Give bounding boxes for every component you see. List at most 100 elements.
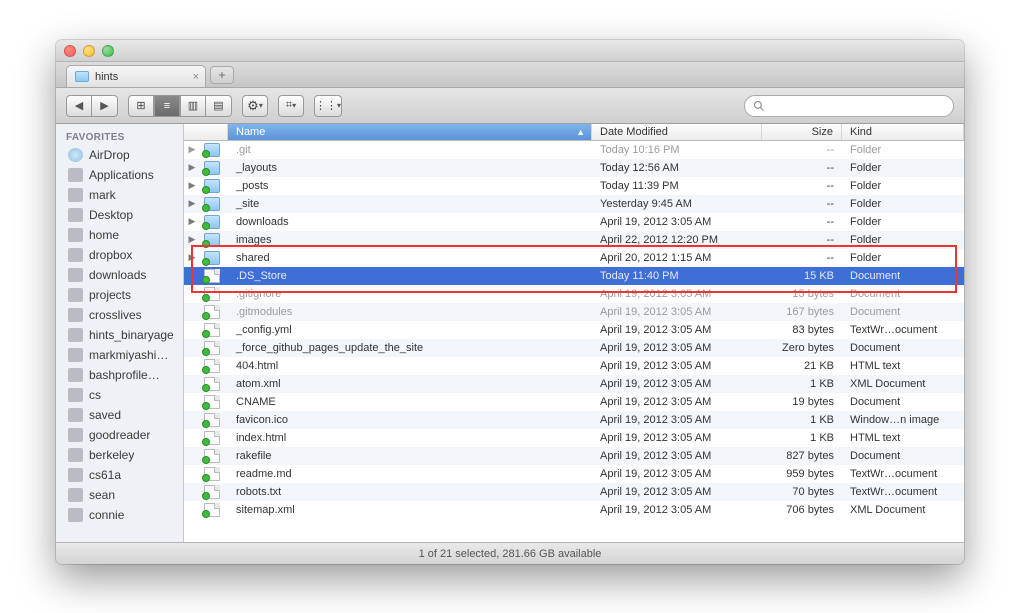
sidebar-item-home[interactable]: home	[56, 225, 183, 245]
file-row[interactable]: .DS_StoreToday 11:40 PM15 KBDocument	[184, 267, 964, 285]
sidebar-item-berkeley[interactable]: berkeley	[56, 445, 183, 465]
sidebar-item-goodreader[interactable]: goodreader	[56, 425, 183, 445]
file-row[interactable]: ▶imagesApril 22, 2012 12:20 PM--Folder	[184, 231, 964, 249]
file-name: favicon.ico	[228, 411, 592, 428]
tab-bar: hints × +	[56, 62, 964, 88]
sidebar[interactable]: FAVORITES AirDropApplicationsmarkDesktop…	[56, 124, 184, 542]
dropbox-menu-button[interactable]: ⌗	[278, 95, 304, 117]
back-button[interactable]: ◀	[66, 95, 92, 117]
file-row[interactable]: ▶_layoutsToday 12:56 AM--Folder	[184, 159, 964, 177]
file-row[interactable]: rakefileApril 19, 2012 3:05 AM827 bytesD…	[184, 447, 964, 465]
folder-icon	[68, 268, 83, 282]
arrange-menu-button[interactable]: ⋮⋮	[314, 95, 342, 117]
file-row[interactable]: sitemap.xmlApril 19, 2012 3:05 AM706 byt…	[184, 501, 964, 519]
tab-hints[interactable]: hints ×	[66, 65, 206, 87]
folder-icon	[68, 448, 83, 462]
coverflow-view-button[interactable]: ▤	[206, 95, 232, 117]
icon-view-button[interactable]: ⊞	[128, 95, 154, 117]
close-button[interactable]	[64, 45, 76, 57]
file-size: 1 KB	[762, 411, 842, 428]
file-row[interactable]: robots.txtApril 19, 2012 3:05 AM70 bytes…	[184, 483, 964, 501]
sidebar-item-cs[interactable]: cs	[56, 385, 183, 405]
file-row[interactable]: index.htmlApril 19, 2012 3:05 AM1 KBHTML…	[184, 429, 964, 447]
sidebar-item-label: home	[89, 228, 119, 242]
disclosure-triangle-icon[interactable]: ▶	[184, 195, 200, 212]
column-name[interactable]: Name▲	[228, 124, 592, 140]
file-row[interactable]: 404.htmlApril 19, 2012 3:05 AM21 KBHTML …	[184, 357, 964, 375]
file-icon	[200, 231, 228, 248]
sync-badge-icon	[202, 456, 210, 464]
sidebar-item-dropbox[interactable]: dropbox	[56, 245, 183, 265]
sync-badge-icon	[202, 168, 210, 176]
file-date: Today 10:16 PM	[592, 141, 762, 158]
sidebar-item-mark[interactable]: mark	[56, 185, 183, 205]
search-field[interactable]	[744, 95, 954, 117]
file-icon	[200, 249, 228, 266]
folder-icon	[68, 388, 83, 402]
column-view-button[interactable]: ▥	[180, 95, 206, 117]
add-tab-button[interactable]: +	[210, 66, 234, 84]
sync-badge-icon	[202, 438, 210, 446]
sidebar-item-bashprofile-[interactable]: bashprofile…	[56, 365, 183, 385]
minimize-button[interactable]	[83, 45, 95, 57]
file-row[interactable]: _force_github_pages_update_the_siteApril…	[184, 339, 964, 357]
close-tab-icon[interactable]: ×	[193, 71, 199, 83]
list-view-button[interactable]: ≡	[154, 95, 180, 117]
sidebar-heading-favorites: FAVORITES	[56, 128, 183, 145]
file-row[interactable]: favicon.icoApril 19, 2012 3:05 AM1 KBWin…	[184, 411, 964, 429]
search-input[interactable]	[770, 100, 945, 112]
sidebar-item-downloads[interactable]: downloads	[56, 265, 183, 285]
disclosure-triangle-icon[interactable]: ▶	[184, 177, 200, 194]
disclosure-triangle-icon[interactable]: ▶	[184, 159, 200, 176]
disclosure-triangle-icon[interactable]: ▶	[184, 141, 200, 158]
disclosure-triangle-icon[interactable]: ▶	[184, 249, 200, 266]
sync-badge-icon	[202, 294, 210, 302]
column-size[interactable]: Size	[762, 124, 842, 140]
sync-badge-icon	[202, 312, 210, 320]
sidebar-item-cs61a[interactable]: cs61a	[56, 465, 183, 485]
sidebar-item-markmiyashi-[interactable]: markmiyashi…	[56, 345, 183, 365]
file-row[interactable]: ▶downloadsApril 19, 2012 3:05 AM--Folder	[184, 213, 964, 231]
action-menu-button[interactable]	[242, 95, 268, 117]
file-row[interactable]: .gitmodulesApril 19, 2012 3:05 AM167 byt…	[184, 303, 964, 321]
file-row[interactable]: atom.xmlApril 19, 2012 3:05 AM1 KBXML Do…	[184, 375, 964, 393]
file-date: Today 11:40 PM	[592, 267, 762, 284]
disclosure-triangle-icon	[184, 375, 200, 392]
disclosure-triangle-icon	[184, 357, 200, 374]
file-row[interactable]: ▶_siteYesterday 9:45 AM--Folder	[184, 195, 964, 213]
sidebar-item-airdrop[interactable]: AirDrop	[56, 145, 183, 165]
file-row[interactable]: ▶sharedApril 20, 2012 1:15 AM--Folder	[184, 249, 964, 267]
file-name: shared	[228, 249, 592, 266]
sidebar-item-applications[interactable]: Applications	[56, 165, 183, 185]
folder-icon	[68, 288, 83, 302]
titlebar[interactable]	[56, 40, 964, 62]
file-list-pane: Name▲ Date Modified Size Kind ▶.gitToday…	[184, 124, 964, 542]
sidebar-item-label: saved	[89, 408, 121, 422]
sidebar-item-sean[interactable]: sean	[56, 485, 183, 505]
sidebar-item-desktop[interactable]: Desktop	[56, 205, 183, 225]
file-row[interactable]: .gitignoreApril 19, 2012 3:05 AM15 bytes…	[184, 285, 964, 303]
file-kind: Folder	[842, 159, 964, 176]
toolbar: ◀ ▶ ⊞ ≡ ▥ ▤ ⌗ ⋮⋮	[56, 88, 964, 124]
file-row[interactable]: ▶.gitToday 10:16 PM--Folder	[184, 141, 964, 159]
file-row[interactable]: ▶_postsToday 11:39 PM--Folder	[184, 177, 964, 195]
zoom-button[interactable]	[102, 45, 114, 57]
sidebar-item-hints-binaryage[interactable]: hints_binaryage	[56, 325, 183, 345]
sidebar-item-crosslives[interactable]: crosslives	[56, 305, 183, 325]
sidebar-item-label: goodreader	[89, 428, 150, 442]
file-row[interactable]: CNAMEApril 19, 2012 3:05 AM19 bytesDocum…	[184, 393, 964, 411]
sidebar-item-connie[interactable]: connie	[56, 505, 183, 525]
file-row[interactable]: readme.mdApril 19, 2012 3:05 AM959 bytes…	[184, 465, 964, 483]
sidebar-item-saved[interactable]: saved	[56, 405, 183, 425]
sidebar-item-projects[interactable]: projects	[56, 285, 183, 305]
airdrop-icon	[68, 148, 83, 162]
forward-button[interactable]: ▶	[92, 95, 118, 117]
disclosure-triangle-icon[interactable]: ▶	[184, 231, 200, 248]
column-kind[interactable]: Kind	[842, 124, 964, 140]
file-date: April 19, 2012 3:05 AM	[592, 447, 762, 464]
gear-icon	[247, 98, 259, 114]
file-row[interactable]: _config.ymlApril 19, 2012 3:05 AM83 byte…	[184, 321, 964, 339]
disclosure-triangle-icon[interactable]: ▶	[184, 213, 200, 230]
column-date-modified[interactable]: Date Modified	[592, 124, 762, 140]
sidebar-item-label: bashprofile…	[89, 368, 160, 382]
